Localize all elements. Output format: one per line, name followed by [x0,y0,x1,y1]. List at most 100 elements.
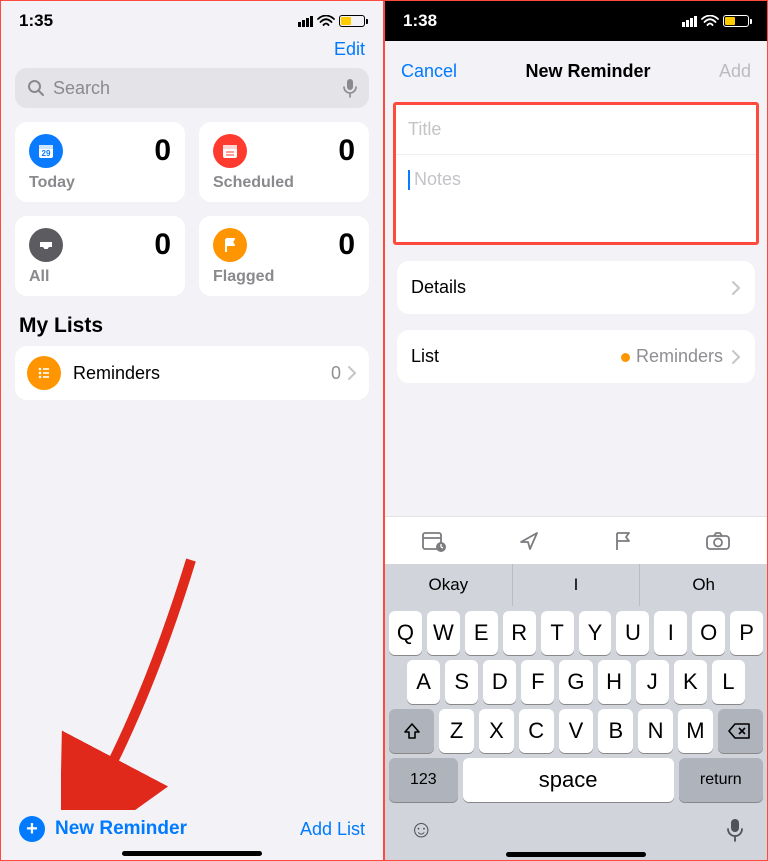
home-indicator[interactable] [506,852,646,857]
key-f[interactable]: F [521,660,554,704]
today-tile[interactable]: 29 0 Today [15,122,185,202]
camera-icon[interactable] [705,531,731,551]
all-label: All [29,268,171,286]
key-h[interactable]: H [598,660,631,704]
key-r[interactable]: R [503,611,536,655]
search-icon [27,79,45,97]
add-list-button[interactable]: Add List [300,819,365,840]
scheduled-label: Scheduled [213,174,355,192]
key-w[interactable]: W [427,611,460,655]
emoji-key[interactable]: ☺ [409,816,434,844]
details-label: Details [411,277,466,298]
key-s[interactable]: S [445,660,478,704]
key-row-2: A S D F G H J K L [385,655,767,704]
battery-icon [723,15,749,27]
edit-button[interactable]: Edit [334,39,365,59]
suggestion-2[interactable]: I [513,564,641,606]
add-button[interactable]: Add [719,61,751,82]
wifi-icon [701,15,719,28]
list-icon [27,356,61,390]
all-tile[interactable]: 0 All [15,216,185,296]
modal-title: New Reminder [525,61,650,82]
key-a[interactable]: A [407,660,440,704]
scheduled-tile[interactable]: 0 Scheduled [199,122,369,202]
key-q[interactable]: Q [389,611,422,655]
key-u[interactable]: U [616,611,649,655]
title-field[interactable]: Title [396,105,756,154]
list-name: Reminders [73,363,160,384]
flag-outline-icon[interactable] [612,530,634,552]
key-z[interactable]: Z [439,709,474,753]
title-placeholder: Title [408,119,441,139]
status-bar: 1:38 [385,1,767,41]
key-b[interactable]: B [598,709,633,753]
key-y[interactable]: Y [579,611,612,655]
key-d[interactable]: D [483,660,516,704]
today-count: 0 [154,134,171,168]
notes-placeholder: Notes [414,169,461,189]
list-item-reminders[interactable]: Reminders 0 [15,346,369,400]
details-row[interactable]: Details [397,261,755,314]
chevron-right-icon [731,280,741,296]
cellular-icon [682,16,697,27]
mic-icon[interactable] [343,78,357,98]
svg-text:29: 29 [42,149,51,158]
text-cursor [408,170,410,190]
suggestion-3[interactable]: Oh [640,564,767,606]
calendar-icon [213,134,247,168]
key-o[interactable]: O [692,611,725,655]
today-label: Today [29,174,171,192]
key-x[interactable]: X [479,709,514,753]
inbox-icon [29,228,63,262]
flagged-tile[interactable]: 0 Flagged [199,216,369,296]
flagged-label: Flagged [213,268,355,286]
key-v[interactable]: V [559,709,594,753]
list-row[interactable]: List Reminders [397,330,755,383]
key-p[interactable]: P [730,611,763,655]
key-e[interactable]: E [465,611,498,655]
search-input[interactable]: Search [15,68,369,108]
flagged-count: 0 [338,228,355,262]
shift-key[interactable] [389,709,434,753]
key-m[interactable]: M [678,709,713,753]
return-key[interactable]: return [679,758,763,802]
location-arrow-icon[interactable] [518,530,540,552]
status-time: 1:35 [19,11,53,31]
list-value: Reminders [636,346,723,366]
backspace-key[interactable] [718,709,763,753]
calendar-badge-icon[interactable] [421,530,447,552]
key-n[interactable]: N [638,709,673,753]
key-j[interactable]: J [636,660,669,704]
space-key[interactable]: space [463,758,674,802]
calendar-today-icon: 29 [29,134,63,168]
keyboard: Okay I Oh Q W E R T Y U I O P A S D F [385,516,767,860]
key-g[interactable]: G [559,660,592,704]
my-lists-heading: My Lists [1,296,383,346]
key-i[interactable]: I [654,611,687,655]
list-count: 0 [331,363,341,384]
reminders-home-screen: 1:35 Edit Search 29 0 Today [0,0,384,861]
status-bar: 1:35 [1,1,383,35]
status-time: 1:38 [403,11,437,31]
notes-field[interactable]: Notes [396,154,756,242]
key-row-1: Q W E R T Y U I O P [385,606,767,655]
new-reminder-label: New Reminder [55,818,187,840]
key-c[interactable]: C [519,709,554,753]
keyboard-toolbar [385,516,767,564]
suggestion-1[interactable]: Okay [385,564,513,606]
new-reminder-screen: 1:38 Cancel New Reminder Add Title Notes… [384,0,768,861]
key-k[interactable]: K [674,660,707,704]
wifi-icon [317,15,335,28]
numbers-key[interactable]: 123 [389,758,458,802]
cellular-icon [298,16,313,27]
dictation-key[interactable] [727,818,743,842]
home-indicator[interactable] [122,851,262,856]
key-t[interactable]: T [541,611,574,655]
scheduled-count: 0 [338,134,355,168]
plus-circle-icon: + [19,816,45,842]
cancel-button[interactable]: Cancel [401,61,457,82]
key-row-3: Z X C V B N M [385,704,767,753]
battery-icon [339,15,365,27]
new-reminder-button[interactable]: + New Reminder [19,816,187,842]
key-l[interactable]: L [712,660,745,704]
